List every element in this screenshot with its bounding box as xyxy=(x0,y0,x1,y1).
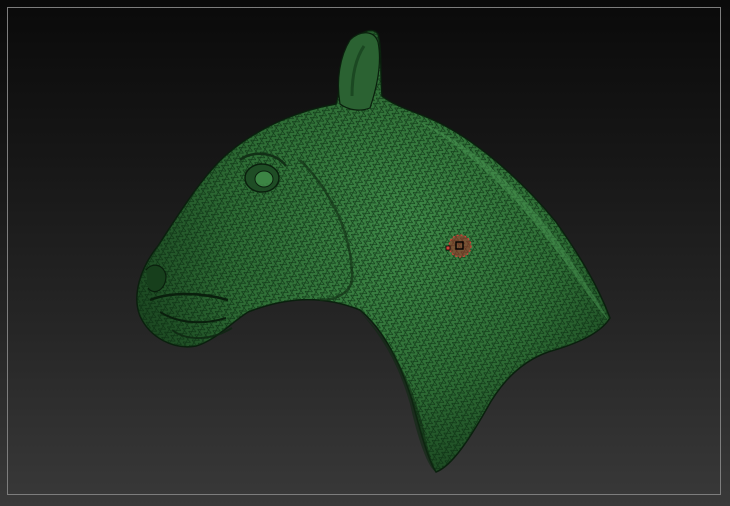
nostril xyxy=(145,264,167,293)
ear xyxy=(337,32,381,111)
document-canvas[interactable] xyxy=(0,0,730,506)
horse-head-model[interactable] xyxy=(0,0,730,506)
